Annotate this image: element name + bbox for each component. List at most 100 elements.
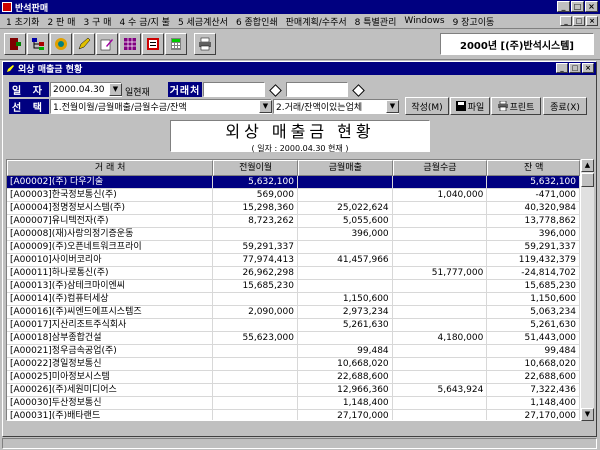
tree-icon <box>32 38 44 50</box>
scroll-thumb[interactable] <box>581 173 594 187</box>
menu-item[interactable]: 판매계획/수주서 <box>282 15 351 28</box>
option-dropdown-button[interactable]: ▼ <box>386 100 399 113</box>
mdi-close-button[interactable]: × <box>586 16 598 26</box>
table-cell <box>213 228 298 240</box>
maximize-button[interactable]: □ <box>571 1 584 12</box>
menu-item[interactable]: 5 세금계산서 <box>174 15 232 28</box>
table-row[interactable]: [A00021]정우금속공업(주) 99,484 99,484 <box>7 345 580 358</box>
menu-item[interactable]: 6 종합인쇄 <box>232 15 282 28</box>
table-cell: 1,148,400 <box>487 397 580 409</box>
table-row[interactable]: [A00008](재)사랑의정기증운동 396,000 396,000 <box>7 228 580 241</box>
exit-button[interactable] <box>4 33 26 55</box>
column-header[interactable]: 금월매출 <box>297 160 393 176</box>
report-minimize-button[interactable]: _ <box>556 63 568 73</box>
report-button[interactable] <box>142 33 164 55</box>
table-row[interactable]: [A00003]한국정보통신(주) 569,000 1,040,000 -471,00… <box>7 189 580 202</box>
table-cell: 2,973,234 <box>298 306 393 318</box>
table-cell: [A00002](주) 다우기술 <box>7 176 214 188</box>
table-row[interactable]: [A00017]지산리조트주식회사 5,261,630 5,261,630 <box>7 319 580 332</box>
table-row[interactable]: [A00010]사이버코리아 77,974,413 41,457,966 119,43… <box>7 254 580 267</box>
select-label: 선 택 <box>9 99 49 114</box>
table-cell <box>393 202 488 214</box>
table-cell: 1,040,000 <box>393 189 488 201</box>
report-type-select[interactable]: 1.전월이월/금월매출/금월수금/잔액 <box>50 99 272 114</box>
table-cell: [A00018]삼부종합건설 <box>7 332 214 344</box>
menu-item[interactable]: 1 초기화 <box>2 15 43 28</box>
pencil-button[interactable] <box>73 33 95 55</box>
table-row[interactable]: [A00002](주) 다우기술 5,632,100 5,632,100 <box>7 176 580 189</box>
table-row[interactable]: [A00007]유니텍전자(주) 8,723,262 5,055,600 13,778… <box>7 215 580 228</box>
calculator-button[interactable] <box>165 33 187 55</box>
table-row[interactable]: [A00004]정명정보시스템(주) 15,298,360 25,022,624 40… <box>7 202 580 215</box>
table-cell <box>393 215 488 227</box>
table-cell: 2,090,000 <box>213 306 298 318</box>
table-cell: -471,000 <box>487 189 580 201</box>
report-maximize-button[interactable]: □ <box>569 63 581 73</box>
file-button[interactable]: 파일 <box>450 97 490 115</box>
date-dropdown-button[interactable]: ▼ <box>109 83 122 96</box>
report-close-button[interactable]: × <box>582 63 594 73</box>
report-type-dropdown-button[interactable]: ▼ <box>259 100 272 113</box>
table-row[interactable]: [A00026](주)세원미디어스 12,966,360 5,643,924 7,32… <box>7 384 580 397</box>
report-window-controls: _ □ × <box>556 63 594 73</box>
column-header[interactable]: 거 래 처 <box>7 160 214 176</box>
table-cell <box>213 293 298 305</box>
customer-from-input[interactable] <box>203 82 265 97</box>
run-button[interactable]: 작성(M) <box>405 97 449 115</box>
menu-item[interactable]: 9 장고이동 <box>449 15 499 28</box>
table-cell <box>298 267 393 279</box>
menu-item[interactable]: 2 판 매 <box>43 15 79 28</box>
table-row[interactable]: [A00014](주)컴퓨터세상 1,150,600 1,150,600 <box>7 293 580 306</box>
mdi-minimize-button[interactable]: _ <box>560 16 572 26</box>
table-cell <box>213 410 298 420</box>
table-row[interactable]: [A00025]미아정보시스템 22,688,600 22,688,600 <box>7 371 580 384</box>
table-row[interactable]: [A00016](주)씨엔드에프시스템즈 2,090,000 2,973,234 5,… <box>7 306 580 319</box>
table-cell: [A00022]경일정보통신 <box>7 358 214 370</box>
menu-item[interactable]: 4 수 금/지 불 <box>115 15 173 28</box>
minimize-button[interactable]: _ <box>557 1 570 12</box>
vertical-scrollbar[interactable]: ▲ ▼ <box>581 159 594 421</box>
table-cell: 5,261,630 <box>487 319 580 331</box>
printer-button[interactable] <box>194 33 216 55</box>
exit-icon <box>10 38 21 50</box>
close-button[interactable]: × <box>585 1 598 12</box>
table-row[interactable]: [A00013](주)삼테크마이엔씨 15,685,230 15,685,230 <box>7 280 580 293</box>
table-row[interactable]: [A00031](주)배타랜드 27,170,000 27,170,000 <box>7 410 580 420</box>
table-cell: [A00030]두산정보통신 <box>7 397 214 409</box>
menu-item[interactable]: Windows <box>400 16 448 26</box>
app-title: 반석판매 <box>15 3 49 14</box>
table-cell: 4,180,000 <box>393 332 488 344</box>
receivables-table[interactable]: 거 래 처 전월이월 금월매출 금월수금 잔 액 [A00002](주) 다우기술 5,6… <box>6 159 581 421</box>
column-header[interactable]: 전월이월 <box>213 160 298 176</box>
mdi-restore-button[interactable]: □ <box>573 16 585 26</box>
table-cell: 15,685,230 <box>213 280 298 292</box>
table-row[interactable]: [A00022]경일정보통신 10,668,020 10,668,020 <box>7 358 580 371</box>
customer-to-input[interactable] <box>286 82 348 97</box>
close-report-button[interactable]: 종료(X) <box>543 97 587 115</box>
print-button[interactable]: 프린트 <box>491 97 541 115</box>
column-header[interactable]: 잔 액 <box>487 160 580 176</box>
scroll-up-button[interactable]: ▲ <box>581 159 594 172</box>
tree-button[interactable] <box>27 33 49 55</box>
menu-item[interactable]: 8 특별관리 <box>351 15 401 28</box>
table-cell <box>213 371 298 383</box>
grid-button[interactable] <box>119 33 141 55</box>
table-row[interactable]: [A00030]두산정보통신 1,148,400 1,148,400 <box>7 397 580 410</box>
table-row[interactable]: [A00011]하나로통신(주) 26,962,298 51,777,000 -24,… <box>7 267 580 280</box>
customer-label: 거래처 <box>168 82 202 97</box>
customer-from-search-icon[interactable] <box>269 84 282 97</box>
column-header[interactable]: 금월수금 <box>392 160 488 176</box>
edit-button[interactable] <box>96 33 118 55</box>
calculator-icon <box>171 38 181 50</box>
option-select[interactable]: 2.거래/잔액이있는업체 <box>273 99 399 114</box>
table-row[interactable]: [A00009](주)오픈네트워크프라이 59,291,337 59,291,337 <box>7 241 580 254</box>
table-cell <box>298 241 393 253</box>
table-cell: 5,055,600 <box>298 215 393 227</box>
table-row[interactable]: [A00018]삼부종합건설 55,623,000 4,180,000 51,443,… <box>7 332 580 345</box>
globe-button[interactable] <box>50 33 72 55</box>
report-window-title: 외상 매출금 현황 <box>18 65 83 75</box>
scroll-down-button[interactable]: ▼ <box>581 408 594 421</box>
table-cell: 12,966,360 <box>298 384 393 396</box>
menu-item[interactable]: 3 구 매 <box>79 15 115 28</box>
customer-to-search-icon[interactable] <box>352 84 365 97</box>
